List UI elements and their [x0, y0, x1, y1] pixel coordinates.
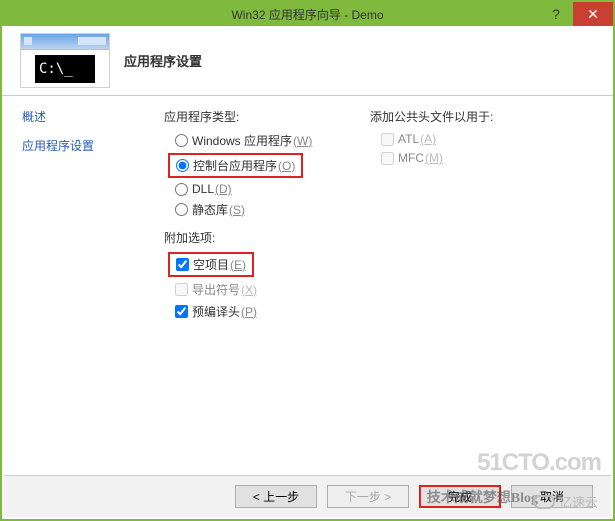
terminal-icon: C:\_: [35, 55, 95, 83]
checkbox-export-symbols: 导出符号 (X): [172, 280, 362, 299]
checkbox-precompiled-text: 预编译头: [192, 303, 240, 320]
highlight-console: 控制台应用程序 (O): [168, 153, 303, 178]
checkbox-atl-input: [381, 133, 394, 146]
checkbox-mfc-text: MFC: [398, 151, 424, 165]
checkbox-export-symbols-key: (X): [241, 283, 257, 297]
finish-button[interactable]: 完成: [419, 485, 501, 508]
checkbox-mfc-input: [381, 152, 394, 165]
public-headers-label: 添加公共头文件以用于:: [370, 108, 601, 125]
checkbox-atl: ATL (A): [378, 131, 601, 147]
form-panel: 应用程序类型: Windows 应用程序 (W) 控制台应用程序 (O) DLL: [152, 108, 613, 477]
header-title: 应用程序设置: [124, 51, 202, 70]
close-button[interactable]: ✕: [573, 2, 613, 26]
title-bar: Win32 应用程序向导 - Demo ? ✕: [2, 2, 613, 26]
body-section: 概述 应用程序设置 应用程序类型: Windows 应用程序 (W) 控制台应用…: [2, 96, 613, 477]
radio-static-lib[interactable]: 静态库 (S): [172, 200, 362, 219]
radio-dll-key: (D): [215, 182, 232, 196]
radio-console-app-input[interactable]: [176, 159, 189, 172]
right-column: 添加公共头文件以用于: ATL (A) MFC (M): [362, 108, 601, 477]
checkbox-mfc: MFC (M): [378, 150, 601, 166]
attach-options-label: 附加选项:: [164, 229, 362, 246]
radio-windows-app[interactable]: Windows 应用程序 (W): [172, 131, 362, 150]
header-section: C:\_ 应用程序设置: [2, 26, 613, 96]
footer-section: < 上一步 下一步 > 完成 取消: [4, 475, 611, 517]
radio-static-lib-text: 静态库: [192, 201, 228, 218]
checkbox-precompiled[interactable]: 预编译头 (P): [172, 302, 362, 321]
cancel-button[interactable]: 取消: [511, 485, 593, 508]
radio-windows-app-input[interactable]: [175, 134, 188, 147]
checkbox-export-symbols-input: [175, 283, 188, 296]
app-type-label: 应用程序类型:: [164, 108, 362, 125]
checkbox-empty-project[interactable]: 空项目 (E): [173, 255, 249, 274]
checkbox-precompiled-key: (P): [241, 305, 257, 319]
radio-console-app-text: 控制台应用程序: [193, 157, 277, 174]
checkbox-atl-key: (A): [420, 132, 436, 146]
checkbox-atl-text: ATL: [398, 132, 419, 146]
radio-static-lib-input[interactable]: [175, 203, 188, 216]
nav-panel: 概述 应用程序设置: [2, 108, 152, 477]
radio-console-app-key: (O): [278, 159, 295, 173]
radio-windows-app-text: Windows 应用程序: [192, 132, 292, 149]
radio-dll-text: DLL: [192, 182, 214, 196]
prev-button[interactable]: < 上一步: [235, 485, 317, 508]
highlight-empty-project: 空项目 (E): [168, 252, 254, 277]
checkbox-empty-project-text: 空项目: [193, 256, 229, 273]
wizard-window: Win32 应用程序向导 - Demo ? ✕ C:\_ 应用程序设置 概述 应…: [0, 0, 615, 521]
radio-dll-input[interactable]: [175, 183, 188, 196]
checkbox-empty-project-input[interactable]: [176, 258, 189, 271]
radio-windows-app-key: (W): [293, 134, 312, 148]
radio-dll[interactable]: DLL (D): [172, 181, 362, 197]
checkbox-empty-project-key: (E): [230, 258, 246, 272]
window-title: Win32 应用程序向导 - Demo: [2, 6, 613, 23]
checkbox-precompiled-input[interactable]: [175, 305, 188, 318]
title-button-group: ? ✕: [539, 2, 613, 26]
left-column: 应用程序类型: Windows 应用程序 (W) 控制台应用程序 (O) DLL: [152, 108, 362, 477]
watermark-51cto: 51CTO.com: [477, 449, 601, 477]
checkbox-export-symbols-text: 导出符号: [192, 281, 240, 298]
radio-static-lib-key: (S): [229, 203, 245, 217]
checkbox-mfc-key: (M): [425, 151, 443, 165]
radio-console-app[interactable]: 控制台应用程序 (O): [173, 156, 298, 175]
nav-settings[interactable]: 应用程序设置: [22, 137, 152, 154]
next-button: 下一步 >: [327, 485, 409, 508]
nav-overview[interactable]: 概述: [22, 108, 152, 125]
help-button[interactable]: ?: [539, 2, 573, 26]
header-icon: C:\_: [20, 33, 110, 88]
